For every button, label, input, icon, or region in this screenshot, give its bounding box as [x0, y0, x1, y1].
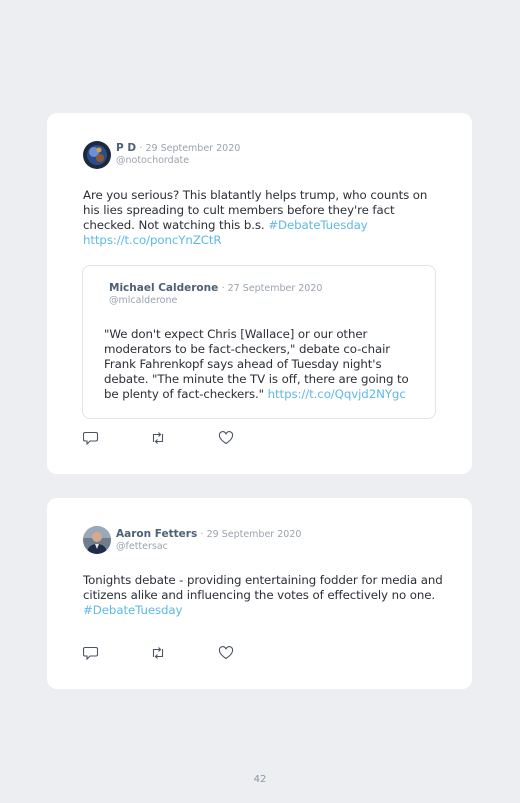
- avatar[interactable]: [83, 526, 111, 554]
- quoted-tweet[interactable]: Michael Calderone · 27 September 2020 @m…: [82, 265, 436, 419]
- tweet-body: Are you serious? This blatantly helps tr…: [83, 188, 428, 232]
- hashtag-link[interactable]: #DebateTuesday: [268, 218, 368, 232]
- retweet-icon[interactable]: [150, 646, 166, 660]
- tweet-date: · 29 September 2020: [139, 143, 241, 154]
- tweet-date: · 29 September 2020: [200, 529, 302, 540]
- quoted-author-name[interactable]: Michael Calderone: [109, 282, 218, 294]
- author-name[interactable]: P D: [116, 142, 136, 154]
- quoted-tweet-date: · 27 September 2020: [221, 283, 323, 294]
- author-handle[interactable]: @fettersac: [116, 541, 301, 553]
- reply-icon[interactable]: [83, 646, 99, 660]
- tweet-text: Tonights debate - providing entertaining…: [83, 573, 443, 618]
- retweet-icon[interactable]: [150, 431, 166, 445]
- like-icon[interactable]: [218, 431, 234, 445]
- quoted-tweet-header: Michael Calderone · 27 September 2020 @m…: [109, 282, 322, 307]
- tweet-header: Aaron Fetters · 29 September 2020 @fette…: [116, 528, 301, 553]
- author-name[interactable]: Aaron Fetters: [116, 528, 197, 540]
- avatar[interactable]: [83, 141, 111, 169]
- tweet-header: P D · 29 September 2020 @notochordate: [116, 142, 240, 167]
- like-icon[interactable]: [218, 646, 234, 660]
- quoted-author-handle[interactable]: @mlcalderone: [109, 295, 322, 307]
- tweet-body: Tonights debate - providing entertaining…: [83, 573, 443, 602]
- quoted-url-link[interactable]: https://t.co/Qqvjd2NYgc: [268, 387, 406, 401]
- tweet-card: Aaron Fetters · 29 September 2020 @fette…: [47, 498, 472, 689]
- reply-icon[interactable]: [83, 431, 99, 445]
- page-number: 42: [253, 774, 267, 785]
- tweet-text: Are you serious? This blatantly helps tr…: [83, 188, 443, 248]
- hashtag-link[interactable]: #DebateTuesday: [83, 603, 183, 617]
- author-handle[interactable]: @notochordate: [116, 155, 240, 167]
- tweet-url-link[interactable]: https://t.co/poncYnZCtR: [83, 233, 222, 247]
- quoted-tweet-text: "We don't expect Chris [Wallace] or our …: [104, 327, 424, 402]
- tweet-card: P D · 29 September 2020 @notochordate Ar…: [47, 113, 472, 474]
